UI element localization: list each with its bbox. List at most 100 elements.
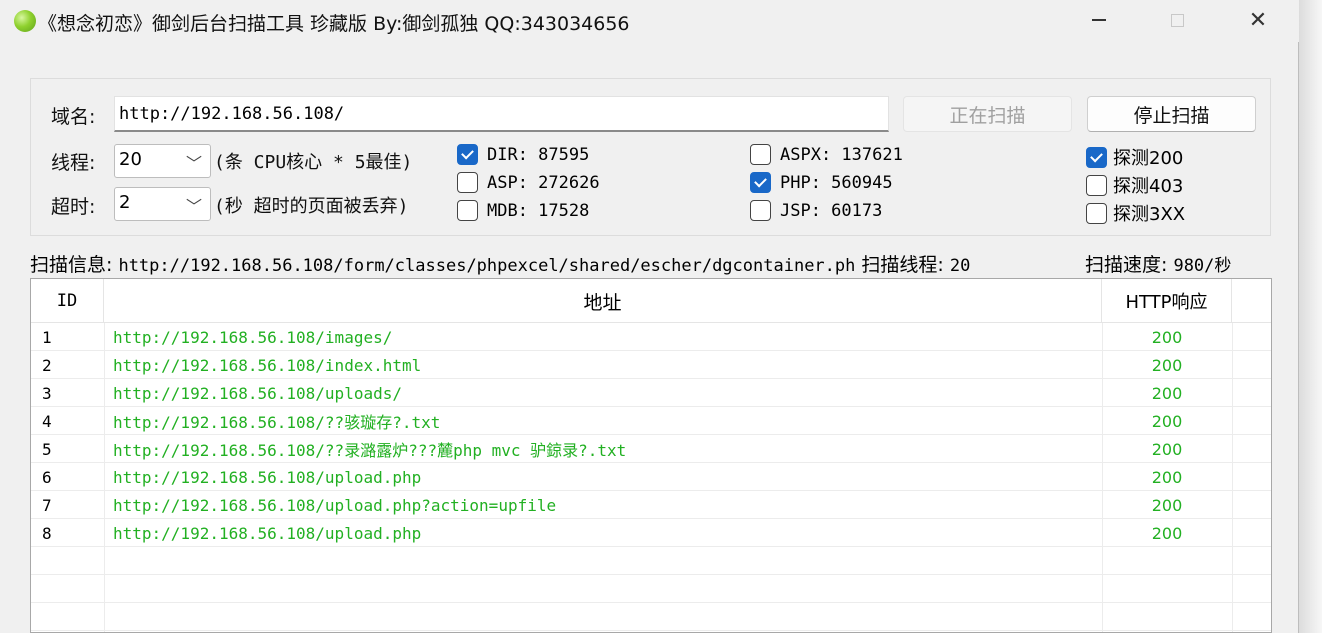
checkbox-unchecked-icon bbox=[1086, 202, 1107, 224]
close-icon: ✕ bbox=[1248, 7, 1268, 33]
dict-mdb-checkbox[interactable]: MDB: 17528 bbox=[457, 200, 589, 221]
row-id: 1 bbox=[42, 327, 52, 347]
stop-scan-button[interactable]: 停止扫描 bbox=[1087, 96, 1256, 132]
scan-threads-value: 20 bbox=[949, 256, 971, 276]
checkbox-unchecked-icon bbox=[457, 172, 478, 193]
detect-200-label: 探测200 bbox=[1113, 148, 1184, 169]
dict-jsp-checkbox[interactable]: JSP: 60173 bbox=[750, 200, 882, 221]
row-url: http://192.168.56.108/images/ bbox=[113, 327, 393, 347]
row-id: 6 bbox=[42, 467, 52, 487]
dict-dir-checkbox[interactable]: DIR: 87595 bbox=[457, 144, 589, 165]
table-row bbox=[31, 547, 1271, 575]
row-id: 8 bbox=[42, 523, 52, 543]
table-row[interactable]: 2 http://192.168.56.108/index.html 200 bbox=[31, 351, 1271, 379]
column-header-id[interactable]: ID bbox=[31, 279, 104, 323]
checkbox-checked-icon bbox=[457, 144, 478, 165]
window-shadow bbox=[1299, 0, 1322, 633]
row-http-code: 200 bbox=[1151, 495, 1183, 515]
row-url: http://192.168.56.108/??录潞露炉???麓php mvc … bbox=[113, 441, 627, 460]
minimize-icon bbox=[1092, 19, 1106, 21]
detect-403-checkbox[interactable]: 探测403 bbox=[1086, 172, 1183, 198]
checkbox-unchecked-icon bbox=[1086, 174, 1107, 196]
table-row bbox=[31, 575, 1271, 603]
row-url: http://192.168.56.108/upload.php bbox=[113, 467, 422, 487]
chevron-down-icon: ﹀ bbox=[185, 154, 202, 173]
app-icon bbox=[14, 10, 36, 32]
results-table[interactable]: ID 地址 HTTP响应 1 http://192.168.56.108/imag… bbox=[30, 278, 1272, 633]
scan-speed: 扫描速度: 980/秒 bbox=[1085, 250, 1231, 277]
threads-label: 线程: bbox=[51, 152, 96, 174]
dict-jsp-label: JSP: 60173 bbox=[780, 200, 883, 221]
main-window: 《想念初恋》御剑后台扫描工具 珍藏版 By:御剑孤独 QQ:343034656 … bbox=[0, 0, 1299, 633]
detect-3xx-checkbox[interactable]: 探测3XX bbox=[1086, 200, 1185, 226]
column-header-http[interactable]: HTTP响应 bbox=[1102, 279, 1232, 323]
scan-speed-value: 980/秒 bbox=[1173, 256, 1232, 276]
table-row[interactable]: 8 http://192.168.56.108/upload.php 200 bbox=[31, 519, 1271, 547]
row-url: http://192.168.56.108/upload.php bbox=[113, 523, 422, 543]
dict-asp-label: ASP: 272626 bbox=[487, 172, 600, 193]
timeout-select[interactable]: 2 ﹀ bbox=[114, 187, 211, 221]
maximize-icon bbox=[1170, 13, 1184, 27]
row-id: 7 bbox=[42, 495, 52, 515]
close-button[interactable]: ✕ bbox=[1231, 0, 1285, 40]
row-http-code: 200 bbox=[1151, 467, 1183, 487]
column-header-filler bbox=[1232, 279, 1271, 323]
row-http-code: 200 bbox=[1151, 355, 1183, 375]
minimize-button[interactable] bbox=[1072, 0, 1126, 40]
table-row[interactable]: 1 http://192.168.56.108/images/200 bbox=[31, 323, 1271, 351]
domain-input[interactable] bbox=[114, 96, 889, 132]
row-url: http://192.168.56.108/index.html bbox=[113, 355, 422, 375]
row-id: 2 bbox=[42, 355, 52, 375]
checkbox-checked-icon bbox=[1086, 146, 1107, 168]
chevron-down-icon: ﹀ bbox=[185, 197, 202, 216]
checkbox-unchecked-icon bbox=[750, 144, 771, 165]
row-url: http://192.168.56.108/??骇璇存?.txt bbox=[113, 413, 441, 432]
checkbox-unchecked-icon bbox=[457, 200, 478, 221]
title-bar[interactable]: 《想念初恋》御剑后台扫描工具 珍藏版 By:御剑孤独 QQ:343034656 … bbox=[0, 0, 1299, 42]
dict-mdb-label: MDB: 17528 bbox=[487, 200, 590, 221]
column-header-address[interactable]: 地址 bbox=[104, 279, 1102, 323]
dict-asp-checkbox[interactable]: ASP: 272626 bbox=[457, 172, 600, 193]
window-title: 《想念初恋》御剑后台扫描工具 珍藏版 By:御剑孤独 QQ:343034656 bbox=[38, 13, 630, 35]
threads-hint: (条 CPU核心 * 5最佳) bbox=[214, 152, 413, 173]
threads-value: 20 bbox=[119, 149, 142, 170]
maximize-button[interactable] bbox=[1150, 0, 1204, 40]
table-row[interactable]: 7 http://192.168.56.108/upload.php?action… bbox=[31, 491, 1271, 519]
table-row[interactable]: 4 http://192.168.56.108/??骇璇存?.txt 200 bbox=[31, 407, 1271, 435]
scan-info-label: 扫描信息: bbox=[30, 254, 113, 276]
timeout-value: 2 bbox=[119, 192, 131, 213]
table-body: 1 http://192.168.56.108/images/200 2 http:/… bbox=[31, 323, 1271, 631]
row-http-code: 200 bbox=[1151, 327, 1183, 347]
checkbox-unchecked-icon bbox=[750, 200, 771, 221]
row-url: http://192.168.56.108/upload.php?action=… bbox=[113, 495, 557, 515]
scan-info: 扫描信息: http://192.168.56.108/form/classes… bbox=[30, 250, 970, 277]
row-id: 4 bbox=[42, 411, 52, 431]
threads-select[interactable]: 20 ﹀ bbox=[114, 144, 211, 178]
dict-php-checkbox[interactable]: PHP: 560945 bbox=[750, 172, 893, 193]
timeout-label: 超时: bbox=[51, 196, 96, 218]
detect-3xx-label: 探测3XX bbox=[1113, 204, 1186, 225]
dict-aspx-checkbox[interactable]: ASPX: 137621 bbox=[750, 144, 903, 165]
dict-aspx-label: ASPX: 137621 bbox=[780, 144, 903, 165]
row-http-code: 200 bbox=[1151, 439, 1183, 459]
dict-php-label: PHP: 560945 bbox=[780, 172, 893, 193]
scan-info-value: http://192.168.56.108/form/classes/phpex… bbox=[118, 256, 856, 276]
scan-threads-label: 扫描线程: bbox=[861, 254, 944, 276]
table-row[interactable]: 5 http://192.168.56.108/??录潞露炉???麓php mvc… bbox=[31, 435, 1271, 463]
detect-403-label: 探测403 bbox=[1113, 176, 1184, 197]
table-row[interactable]: 3 http://192.168.56.108/uploads/200 bbox=[31, 379, 1271, 407]
dict-dir-label: DIR: 87595 bbox=[487, 144, 590, 165]
table-row bbox=[31, 603, 1271, 631]
scan-speed-label: 扫描速度: bbox=[1085, 254, 1168, 276]
row-id: 5 bbox=[42, 439, 52, 459]
timeout-hint: (秒 超时的页面被丢弃) bbox=[214, 196, 409, 217]
table-row[interactable]: 6 http://192.168.56.108/upload.php 200 bbox=[31, 463, 1271, 491]
row-http-code: 200 bbox=[1151, 411, 1183, 431]
domain-label: 域名: bbox=[51, 106, 96, 128]
row-http-code: 200 bbox=[1151, 383, 1183, 403]
scanning-button[interactable]: 正在扫描 bbox=[903, 96, 1072, 132]
checkbox-checked-icon bbox=[750, 172, 771, 193]
detect-200-checkbox[interactable]: 探测200 bbox=[1086, 144, 1183, 170]
row-id: 3 bbox=[42, 383, 52, 403]
row-url: http://192.168.56.108/uploads/ bbox=[113, 383, 402, 403]
